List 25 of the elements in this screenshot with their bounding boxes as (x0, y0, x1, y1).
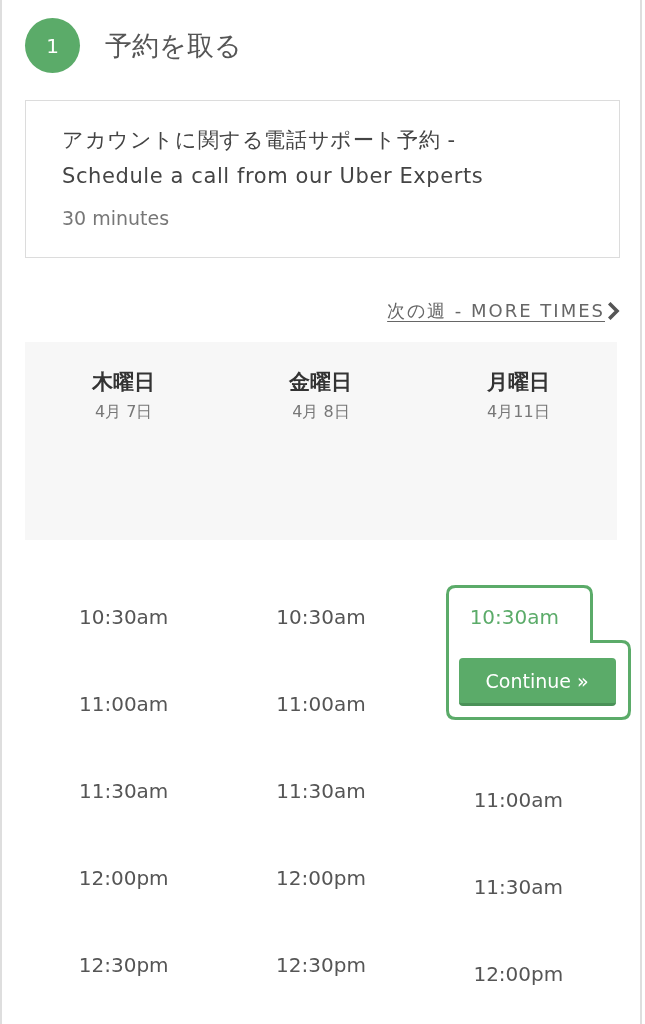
more-times-link[interactable]: 次の週 - MORE TIMES (387, 298, 620, 324)
day-name: 月曜日 (486, 369, 550, 396)
time-slot[interactable]: 11:30am (471, 875, 565, 899)
day-name: 木曜日 (92, 369, 156, 396)
time-slot[interactable]: 12:00pm (76, 866, 171, 890)
time-slot[interactable]: 10:30am (76, 605, 171, 629)
time-slot[interactable]: 12:30pm (76, 953, 171, 977)
time-slot[interactable]: 11:00am (471, 788, 565, 812)
step-title: 予約を取る (105, 28, 242, 63)
time-slot[interactable]: 11:30am (76, 779, 171, 803)
time-slot[interactable]: 12:00pm (471, 962, 566, 986)
time-slot[interactable]: 12:00pm (274, 866, 368, 890)
step-number: 1 (25, 18, 80, 73)
chevron-right-icon (608, 302, 620, 320)
time-slot[interactable]: 11:00am (274, 692, 368, 716)
event-duration: 30 minutes (62, 206, 170, 231)
event-title: アカウントに関する電話サポート予約 - Schedule a call from our Uber Experts (62, 127, 485, 190)
day-date: 4月 8日 (292, 401, 350, 423)
time-slot[interactable]: 11:00am (76, 692, 171, 716)
time-slot[interactable]: 10:30am (274, 605, 368, 629)
time-slot[interactable]: 11:30am (274, 779, 368, 803)
time-slot[interactable]: 12:30pm (274, 953, 368, 977)
day-name: 金曜日 (289, 369, 353, 396)
day-date: 4月11日 (487, 401, 550, 423)
day-date: 4月 7日 (94, 401, 153, 423)
